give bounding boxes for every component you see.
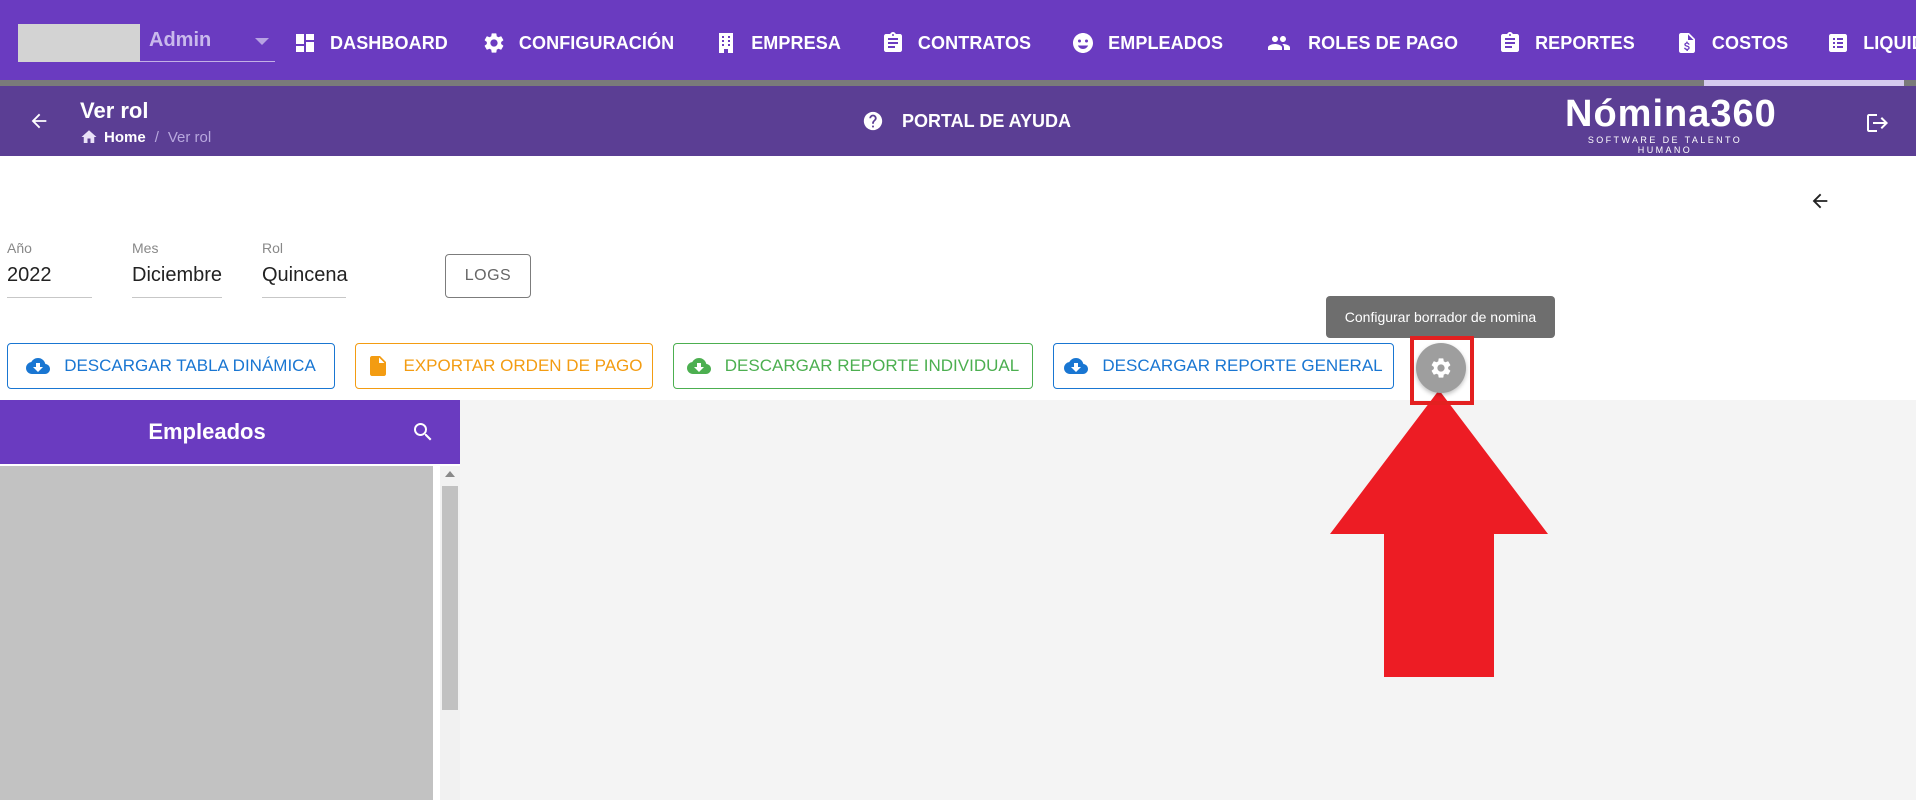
employees-title: Empleados — [148, 419, 266, 444]
nav-item-label: CONFIGURACIÓN — [518, 32, 675, 53]
gear-icon — [484, 33, 504, 53]
year-field[interactable]: Año 2022 — [7, 240, 92, 298]
logout-icon[interactable] — [1864, 111, 1888, 135]
clipboard-icon — [883, 32, 902, 52]
download-pivot-table-button[interactable]: DESCARGAR TABLA DINÁMICA — [7, 343, 335, 389]
back-arrow-icon[interactable] — [28, 110, 50, 132]
company-name: Admin — [149, 29, 212, 51]
company-selector[interactable]: Admin — [18, 24, 275, 62]
cloud-download-icon — [26, 358, 51, 374]
brand-tagline: SOFTWARE DE TALENTO HUMANO — [1587, 135, 1743, 155]
brand-name: Nómina360 — [1565, 93, 1777, 135]
detail-panel — [460, 400, 1916, 800]
list-icon — [1829, 34, 1848, 52]
configure-payroll-draft-button[interactable] — [1416, 343, 1466, 393]
breadcrumb-home[interactable]: Home — [104, 129, 146, 146]
clipboard-icon — [1501, 32, 1520, 52]
nav-item-label: ROLES DE PAGO — [1308, 32, 1459, 53]
month-field[interactable]: Mes Diciembre — [132, 240, 222, 298]
role-label: Rol — [262, 240, 284, 256]
help-portal-link[interactable]: PORTAL DE AYUDA — [862, 110, 1071, 132]
export-payment-order-label: EXPORTAR ORDEN DE PAGO — [403, 356, 643, 375]
nav-item-label: DASHBOARD — [330, 32, 448, 53]
people-icon — [1268, 36, 1291, 50]
dashboard-icon — [296, 34, 314, 52]
nav-item-label: EMPRESA — [751, 32, 841, 53]
download-general-report-button[interactable]: DESCARGAR REPORTE GENERAL — [1053, 343, 1394, 389]
download-pivot-table-label: DESCARGAR TABLA DINÁMICA — [64, 356, 316, 375]
nav-item-costos[interactable]: COSTOS — [1675, 31, 1788, 55]
year-label: Año — [7, 240, 32, 256]
breadcrumb-current: Ver rol — [167, 128, 212, 146]
building-icon — [719, 33, 734, 53]
company-logo — [18, 24, 140, 62]
cloud-download-icon — [686, 358, 711, 374]
year-value: 2022 — [7, 264, 52, 286]
help-icon — [863, 111, 883, 131]
nav-item-reportes[interactable]: REPORTES — [1498, 31, 1635, 55]
nav-item-liquidaciones[interactable]: LIQUIDACIONES — [1826, 31, 1916, 55]
employees-list[interactable] — [0, 466, 433, 800]
main-nav: DASHBOARD CONFIGURACIÓN EMPRESA CONTRATO… — [293, 26, 1916, 60]
nav-item-empleados[interactable]: EMPLEADOS — [1071, 31, 1223, 55]
employees-header: Empleados — [0, 400, 460, 464]
content-back-arrow-icon[interactable] — [1809, 190, 1831, 212]
breadcrumb-separator: / — [154, 128, 159, 146]
file-icon — [369, 356, 386, 376]
page-title: Ver rol — [80, 98, 149, 123]
scroll-up-arrow-icon[interactable] — [445, 471, 455, 477]
scrollbar-thumb[interactable] — [442, 486, 458, 710]
nav-item-roles-de-pago[interactable]: ROLES DE PAGO — [1263, 31, 1458, 55]
page-header: Ver rol Home / Ver rol PORTAL DE AYUDA N… — [0, 86, 1916, 156]
month-value: Diciembre — [132, 264, 223, 286]
nav-item-dashboard[interactable]: DASHBOARD — [293, 31, 448, 55]
cloud-download-icon — [1064, 358, 1089, 374]
dollar-file-icon — [1678, 33, 1695, 53]
nav-item-label: CONTRATOS — [917, 32, 1032, 53]
role-value: Quincena — [262, 264, 348, 286]
role-field[interactable]: Rol Quincena — [262, 240, 348, 298]
download-general-report-label: DESCARGAR REPORTE GENERAL — [1102, 356, 1383, 375]
export-payment-order-button[interactable]: EXPORTAR ORDEN DE PAGO — [355, 343, 653, 389]
tooltip: Configurar borrador de nomina — [1326, 296, 1555, 338]
nav-item-label: LIQUIDACIONES — [1863, 32, 1916, 53]
download-individual-report-button[interactable]: DESCARGAR REPORTE INDIVIDUAL — [673, 343, 1033, 389]
brand-logo: Nómina360 SOFTWARE DE TALENTO HUMANO — [1565, 93, 1777, 155]
nav-item-label: EMPLEADOS — [1108, 32, 1224, 53]
month-label: Mes — [132, 240, 159, 256]
logs-button[interactable]: LOGS — [445, 254, 531, 298]
nav-item-contratos[interactable]: CONTRATOS — [881, 31, 1031, 55]
annotation-arrow — [1330, 390, 1548, 677]
nav-item-configuracion[interactable]: CONFIGURACIÓN — [482, 31, 674, 55]
breadcrumb: Home / Ver rol — [80, 128, 211, 146]
nav-item-empresa[interactable]: EMPRESA — [714, 31, 841, 55]
face-icon — [1073, 33, 1094, 53]
nav-item-label: REPORTES — [1535, 32, 1635, 53]
chevron-down-icon — [255, 38, 269, 45]
gear-icon — [1431, 358, 1451, 378]
search-icon[interactable] — [411, 420, 435, 444]
help-portal-label: PORTAL DE AYUDA — [902, 110, 1072, 131]
nav-item-label: COSTOS — [1711, 32, 1789, 53]
top-navbar: Admin DASHBOARD CONFIGURACIÓN EMPRESA CO… — [0, 0, 1916, 80]
home-icon — [81, 130, 97, 143]
download-individual-report-label: DESCARGAR REPORTE INDIVIDUAL — [724, 356, 1020, 375]
